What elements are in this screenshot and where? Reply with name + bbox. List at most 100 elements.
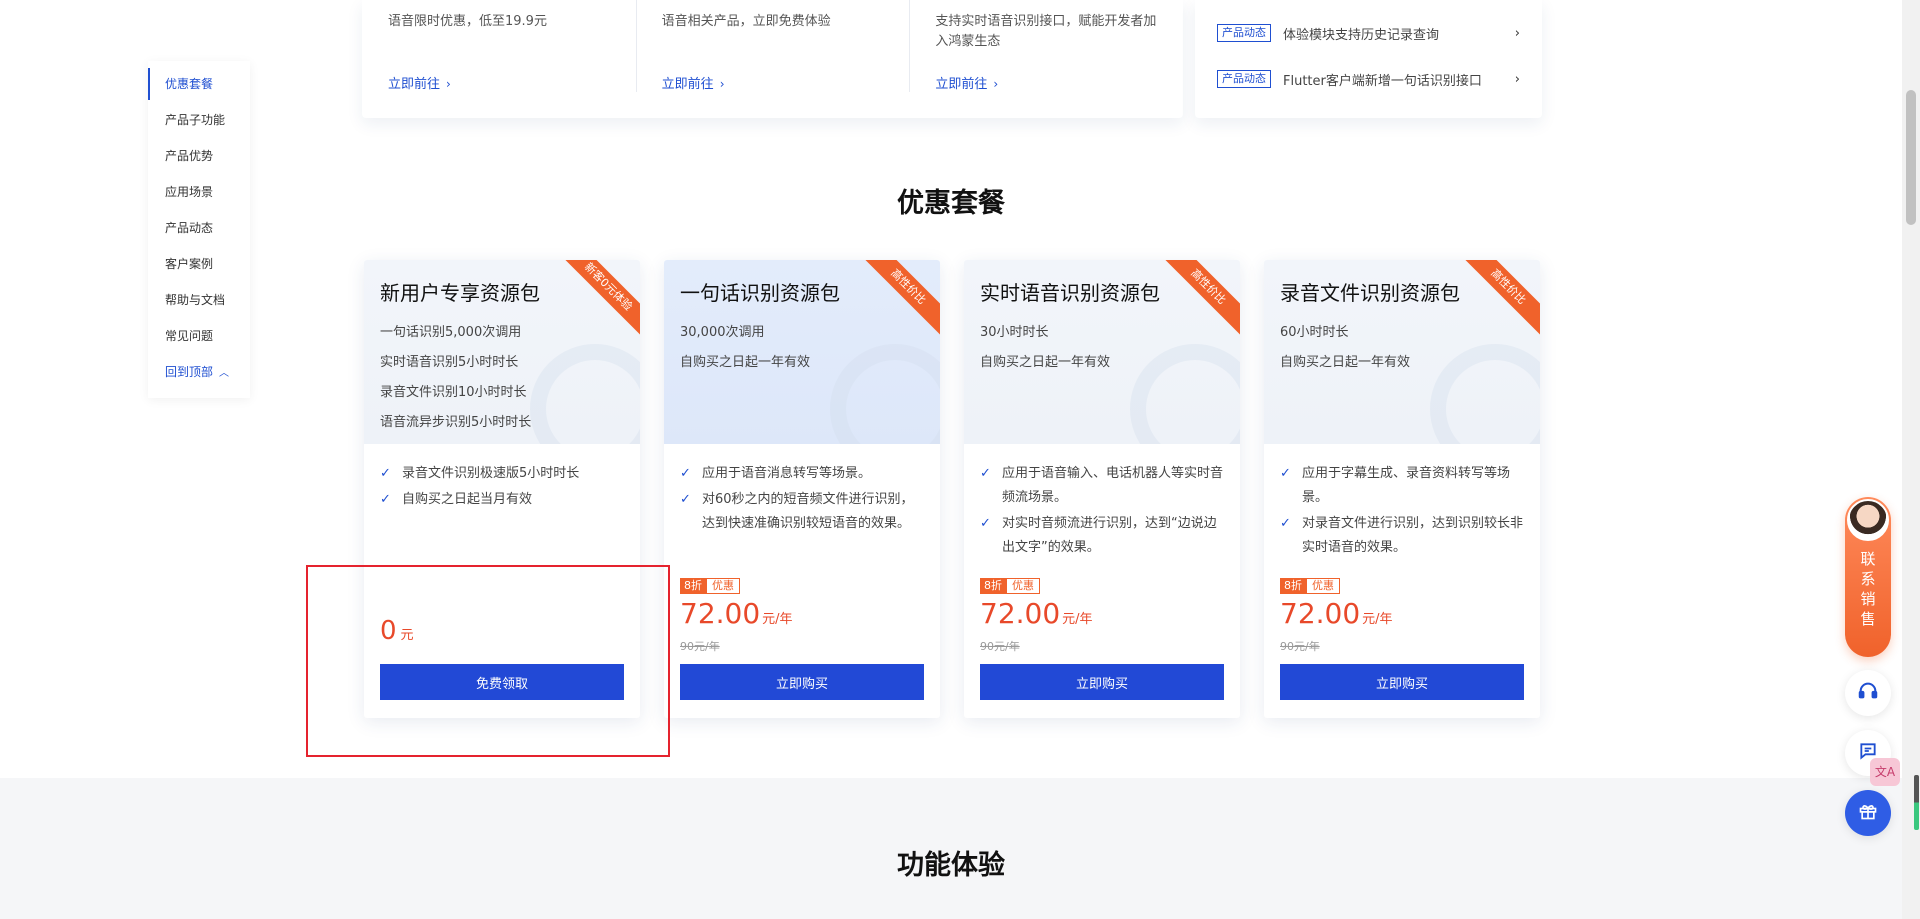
card-price: 8折 优惠 72.00 元/年 90元/年: [1280, 578, 1393, 654]
promo-desc: 支持实时语音识别接口，赋能开发者加入鸿蒙生态: [935, 14, 1157, 49]
contact-char: 售: [1860, 610, 1876, 628]
feature-item: ✓ 应用于字幕生成、录音资料转写等场景。: [1280, 462, 1524, 510]
promo-strip: 语音限时优惠，低至19.9元 立即前往 › 语音相关产品，立即免费体验 立即前往 ›…: [362, 0, 1183, 118]
price-unit: 元: [400, 628, 414, 643]
scroll-indicator: [1914, 775, 1919, 830]
translate-button[interactable]: 文A: [1870, 758, 1900, 786]
side-nav: 优惠套餐 产品子功能 产品优势 应用场景 产品动态 客户案例 帮助与文档 常见问…: [148, 61, 250, 398]
promo-card: 支持实时语音识别接口，赋能开发者加入鸿蒙生态 立即前往 ›: [909, 0, 1183, 118]
price-unit: 元/年: [762, 612, 793, 627]
vertical-scrollbar[interactable]: [1902, 0, 1920, 919]
package-card: 高性价比 实时语音识别资源包 30小时时长 自购买之日起一年有效 ✓ 应用于语音输…: [964, 260, 1240, 718]
discount-badge: 8折 优惠: [1280, 578, 1393, 594]
feature-item: ✓ 录音文件识别极速版5小时时长: [380, 462, 624, 486]
check-icon: ✓: [680, 466, 691, 481]
card-body: ✓ 应用于字幕生成、录音资料转写等场景。 ✓ 对录音文件进行识别，达到识别较长非实时…: [1264, 444, 1540, 718]
promo-link[interactable]: 立即前往 ›: [388, 73, 451, 92]
news-text: 体验模块支持历史记录查询: [1283, 27, 1440, 43]
promo-desc: 语音限时优惠，低至19.9元: [388, 14, 547, 29]
side-nav-item-advantages[interactable]: 产品优势: [148, 138, 250, 174]
section-title-packages: 优惠套餐: [897, 188, 1005, 219]
contact-char: 联: [1860, 550, 1876, 568]
feature-item: ✓ 对实时音频流进行识别，达到“边说边出文字”的效果。: [980, 512, 1224, 560]
news-item[interactable]: 产品动态 体验模块支持历史记录查询 ›: [1217, 23, 1520, 43]
feature-item: ✓ 对录音文件进行识别，达到识别较长非实时语音的效果。: [1280, 512, 1524, 560]
price-value: 72.00: [1280, 597, 1361, 630]
claim-free-button[interactable]: 免费领取: [380, 664, 624, 700]
promo-link-label: 立即前往: [388, 77, 441, 92]
section-title-experience: 功能体验: [897, 850, 1005, 881]
badge-discount: 8折: [1280, 578, 1306, 594]
scrollbar-thumb[interactable]: [1906, 90, 1916, 225]
check-icon: ✓: [380, 466, 391, 481]
news-text: Flutter客户端新增一句话识别接口: [1283, 73, 1482, 89]
back-to-top-label: 回到顶部: [165, 365, 214, 379]
check-icon: ✓: [680, 492, 691, 507]
chevron-right-icon: ›: [1514, 71, 1520, 87]
price: 72.00 元/年: [980, 596, 1093, 638]
side-nav-item-packages[interactable]: 优惠套餐: [148, 66, 250, 102]
card-price: 8折 优惠 72.00 元/年 90元/年: [980, 578, 1093, 654]
badge-label: 优惠: [1006, 578, 1040, 594]
price: 72.00 元/年: [1280, 596, 1393, 638]
promo-link-label: 立即前往: [661, 77, 714, 92]
promo-card: 语音限时优惠，低至19.9元 立即前往 ›: [362, 0, 636, 118]
price-value: 72.00: [680, 597, 761, 630]
news-item[interactable]: 产品动态 Flutter客户端新增一句话识别接口 ›: [1217, 69, 1520, 89]
gift-button[interactable]: [1845, 790, 1891, 836]
old-price: 90元/年: [680, 640, 720, 653]
chevron-up-icon: ︿: [219, 368, 230, 379]
feature-text: 应用于语音消息转写等场景。: [702, 466, 872, 481]
discount-badge: 8折 优惠: [680, 578, 793, 594]
side-nav-item-cases[interactable]: 客户案例: [148, 246, 250, 282]
agent-avatar: [1847, 499, 1889, 541]
back-to-top-link[interactable]: 回到顶部 ︿: [148, 354, 250, 390]
headset-icon: [1857, 680, 1879, 707]
news-box: 产品动态 体验模块支持历史记录查询 › 产品动态 Flutter客户端新增一句话…: [1195, 0, 1542, 118]
price: 72.00 元/年: [680, 596, 793, 638]
news-tag: 产品动态: [1217, 70, 1271, 88]
check-icon: ✓: [980, 516, 991, 531]
promo-link[interactable]: 立即前往 ›: [662, 73, 725, 92]
feature-text: 自购买之日起当月有效: [402, 492, 533, 507]
promo-link[interactable]: 立即前往 ›: [935, 73, 998, 92]
package-card: 高性价比 录音文件识别资源包 60小时时长 自购买之日起一年有效 ✓ 应用于字幕生…: [1264, 260, 1540, 718]
package-card: 新客0元体验 新用户专享资源包 一句话识别5,000次调用 实时语音识别5小时时…: [364, 260, 640, 718]
promo-card: 语音相关产品，立即免费体验 立即前往 ›: [635, 0, 910, 118]
card-header: 新客0元体验 新用户专享资源包 一句话识别5,000次调用 实时语音识别5小时时…: [364, 260, 640, 444]
chevron-right-icon: ›: [993, 77, 999, 91]
card-price: 0元: [380, 616, 414, 646]
card-body: ✓ 录音文件识别极速版5小时时长 ✓ 自购买之日起当月有效 0元 免费领取: [364, 444, 640, 718]
side-nav-item-faq[interactable]: 常见问题: [148, 318, 250, 354]
side-nav-item-docs[interactable]: 帮助与文档: [148, 282, 250, 318]
news-tag: 产品动态: [1217, 24, 1271, 42]
buy-now-button[interactable]: 立即购买: [980, 664, 1224, 700]
feature-text: 应用于字幕生成、录音资料转写等场景。: [1302, 466, 1511, 505]
contact-char: 系: [1860, 570, 1876, 588]
price-value: 72.00: [980, 597, 1061, 630]
old-price: 90元/年: [1280, 640, 1320, 653]
badge-label: 优惠: [1306, 578, 1340, 594]
chevron-right-icon: ›: [1514, 25, 1520, 41]
badge-discount: 8折: [980, 578, 1006, 594]
contact-sales-button[interactable]: 联 系 销 售: [1845, 497, 1891, 657]
customer-service-button[interactable]: [1845, 670, 1891, 716]
discount-badge: 8折 优惠: [980, 578, 1093, 594]
feature-text: 应用于语音输入、电话机器人等实时音频流场景。: [1002, 466, 1224, 505]
package-card: 高性价比 一句话识别资源包 30,000次调用 自购买之日起一年有效 ✓ 应用于语…: [664, 260, 940, 718]
price-unit: 元/年: [1062, 612, 1093, 627]
contact-char: 销: [1860, 590, 1876, 608]
chevron-right-icon: ›: [446, 77, 451, 91]
price-unit: 元/年: [1362, 612, 1393, 627]
card-header: 高性价比 录音文件识别资源包 60小时时长 自购买之日起一年有效: [1264, 260, 1540, 444]
feature-text: 对录音文件进行识别，达到识别较长非实时语音的效果。: [1302, 516, 1524, 555]
side-nav-item-subfeatures[interactable]: 产品子功能: [148, 102, 250, 138]
contact-sales-label: 联 系 销 售: [1845, 549, 1891, 629]
badge-label: 优惠: [706, 578, 740, 594]
buy-now-button[interactable]: 立即购买: [1280, 664, 1524, 700]
buy-now-button[interactable]: 立即购买: [680, 664, 924, 700]
gift-icon: [1858, 801, 1878, 826]
old-price: 90元/年: [980, 640, 1020, 653]
card-price: 8折 优惠 72.00 元/年 90元/年: [680, 578, 793, 654]
feature-text: 对实时音频流进行识别，达到“边说边出文字”的效果。: [1002, 516, 1217, 555]
